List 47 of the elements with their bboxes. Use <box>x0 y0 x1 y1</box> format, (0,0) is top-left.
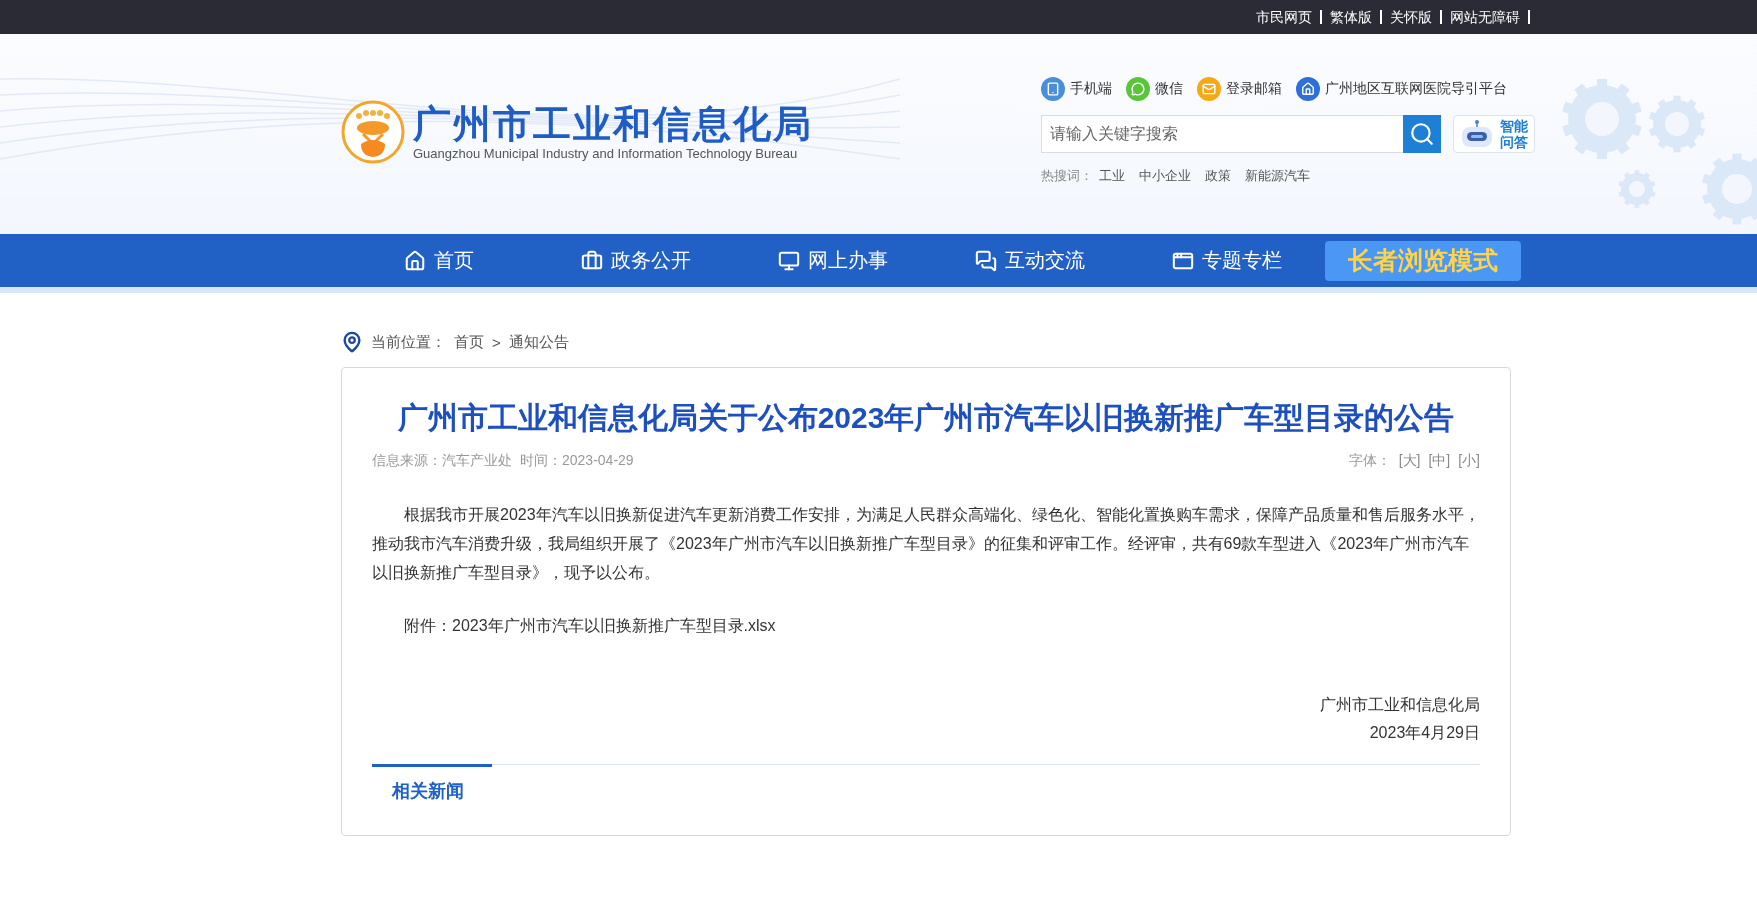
home-icon <box>404 249 427 272</box>
logo-icon <box>341 100 405 164</box>
article-source: 信息来源：汽车产业处 <box>372 452 512 470</box>
font-size-label: 字体： <box>1348 452 1391 470</box>
signature-line: 广州市工业和信息化局 <box>1320 695 1480 715</box>
location-pin-icon <box>341 331 363 353</box>
top-link[interactable]: 市民网页 <box>1248 10 1322 24</box>
hot-search-link[interactable]: 中小企业 <box>1139 167 1191 185</box>
font-size-link[interactable]: [中] <box>1428 452 1451 470</box>
search-field[interactable]: 请输入关键字搜索 <box>1041 115 1403 153</box>
nav-item[interactable]: 专题专栏 <box>1128 247 1325 274</box>
font-size-link[interactable]: [大] <box>1398 452 1421 470</box>
quick-link[interactable]: 微信 <box>1126 77 1183 101</box>
article-paragraph: 根据我市开展2023年汽车以旧换新促进汽车更新消费工作安排，为满足人民群众高端化、绿色化、智能化置换购车需求，保障产品质量和售后服务水平，推动我市汽车消费升级，我局组织开展了《2023年广州市汽车以旧换新推广车型目录》的征集和评审工作。经评审，共有69款车型进入《2023年广州市汽车以旧换新推广车型目录》，现予以公布。 <box>372 505 1480 583</box>
quick-link[interactable]: 广州地区互联网医院导引平台 <box>1296 77 1507 101</box>
monitor-icon <box>778 249 800 272</box>
font-size-link[interactable]: [小] <box>1458 452 1480 470</box>
assistant-button[interactable]: 智能问答 <box>1453 115 1535 153</box>
search-button[interactable] <box>1403 115 1441 153</box>
attachment-label: 附件： <box>404 616 452 636</box>
breadcrumb-link[interactable]: 通知公告 <box>508 332 569 352</box>
nav-item[interactable]: 网上办事 <box>734 247 932 274</box>
attachment-link[interactable]: 2023年广州市汽车以旧换新推广车型目录.xlsx <box>452 616 776 637</box>
site-title: 广州市工业和信息化局 <box>413 102 813 146</box>
nav-item[interactable]: 政务公开 <box>537 247 735 274</box>
hot-search-link[interactable]: 政策 <box>1205 167 1231 185</box>
search-icon <box>1409 121 1435 147</box>
quick-link[interactable]: 登录邮箱 <box>1197 77 1282 101</box>
breadcrumb-label: 当前位置： <box>371 332 446 352</box>
quick-link[interactable]: 手机端 <box>1041 77 1112 101</box>
breadcrumb-link[interactable]: 首页 <box>454 332 484 352</box>
related-news-tab[interactable]: 相关新闻 <box>372 764 492 815</box>
top-link[interactable]: 繁体版 <box>1322 10 1382 24</box>
site-subtitle: Guangzhou Municipal Industry and Information Technology Bureau <box>413 146 799 162</box>
nav-item[interactable]: 首页 <box>341 247 538 274</box>
hot-search-label: 热搜词： <box>1041 167 1093 185</box>
hot-search-link[interactable]: 新能源汽车 <box>1245 167 1310 185</box>
nav-item[interactable]: 互动交流 <box>931 247 1129 274</box>
chat-bubbles-icon <box>974 249 997 272</box>
signature-line: 2023年4月29日 <box>1369 723 1480 743</box>
breadcrumb-separator: > <box>492 333 501 351</box>
top-link[interactable]: 关怀版 <box>1382 10 1442 24</box>
hot-search-link[interactable]: 工业 <box>1099 167 1125 185</box>
top-link[interactable]: 网站无障碍 <box>1442 10 1530 24</box>
article-title: 广州市工业和信息化局关于公布2023年广州市汽车以旧换新推广车型目录的公告 <box>396 400 1456 436</box>
briefcase-icon <box>581 249 604 272</box>
article-date: 时间：2023-04-29 <box>520 452 634 470</box>
